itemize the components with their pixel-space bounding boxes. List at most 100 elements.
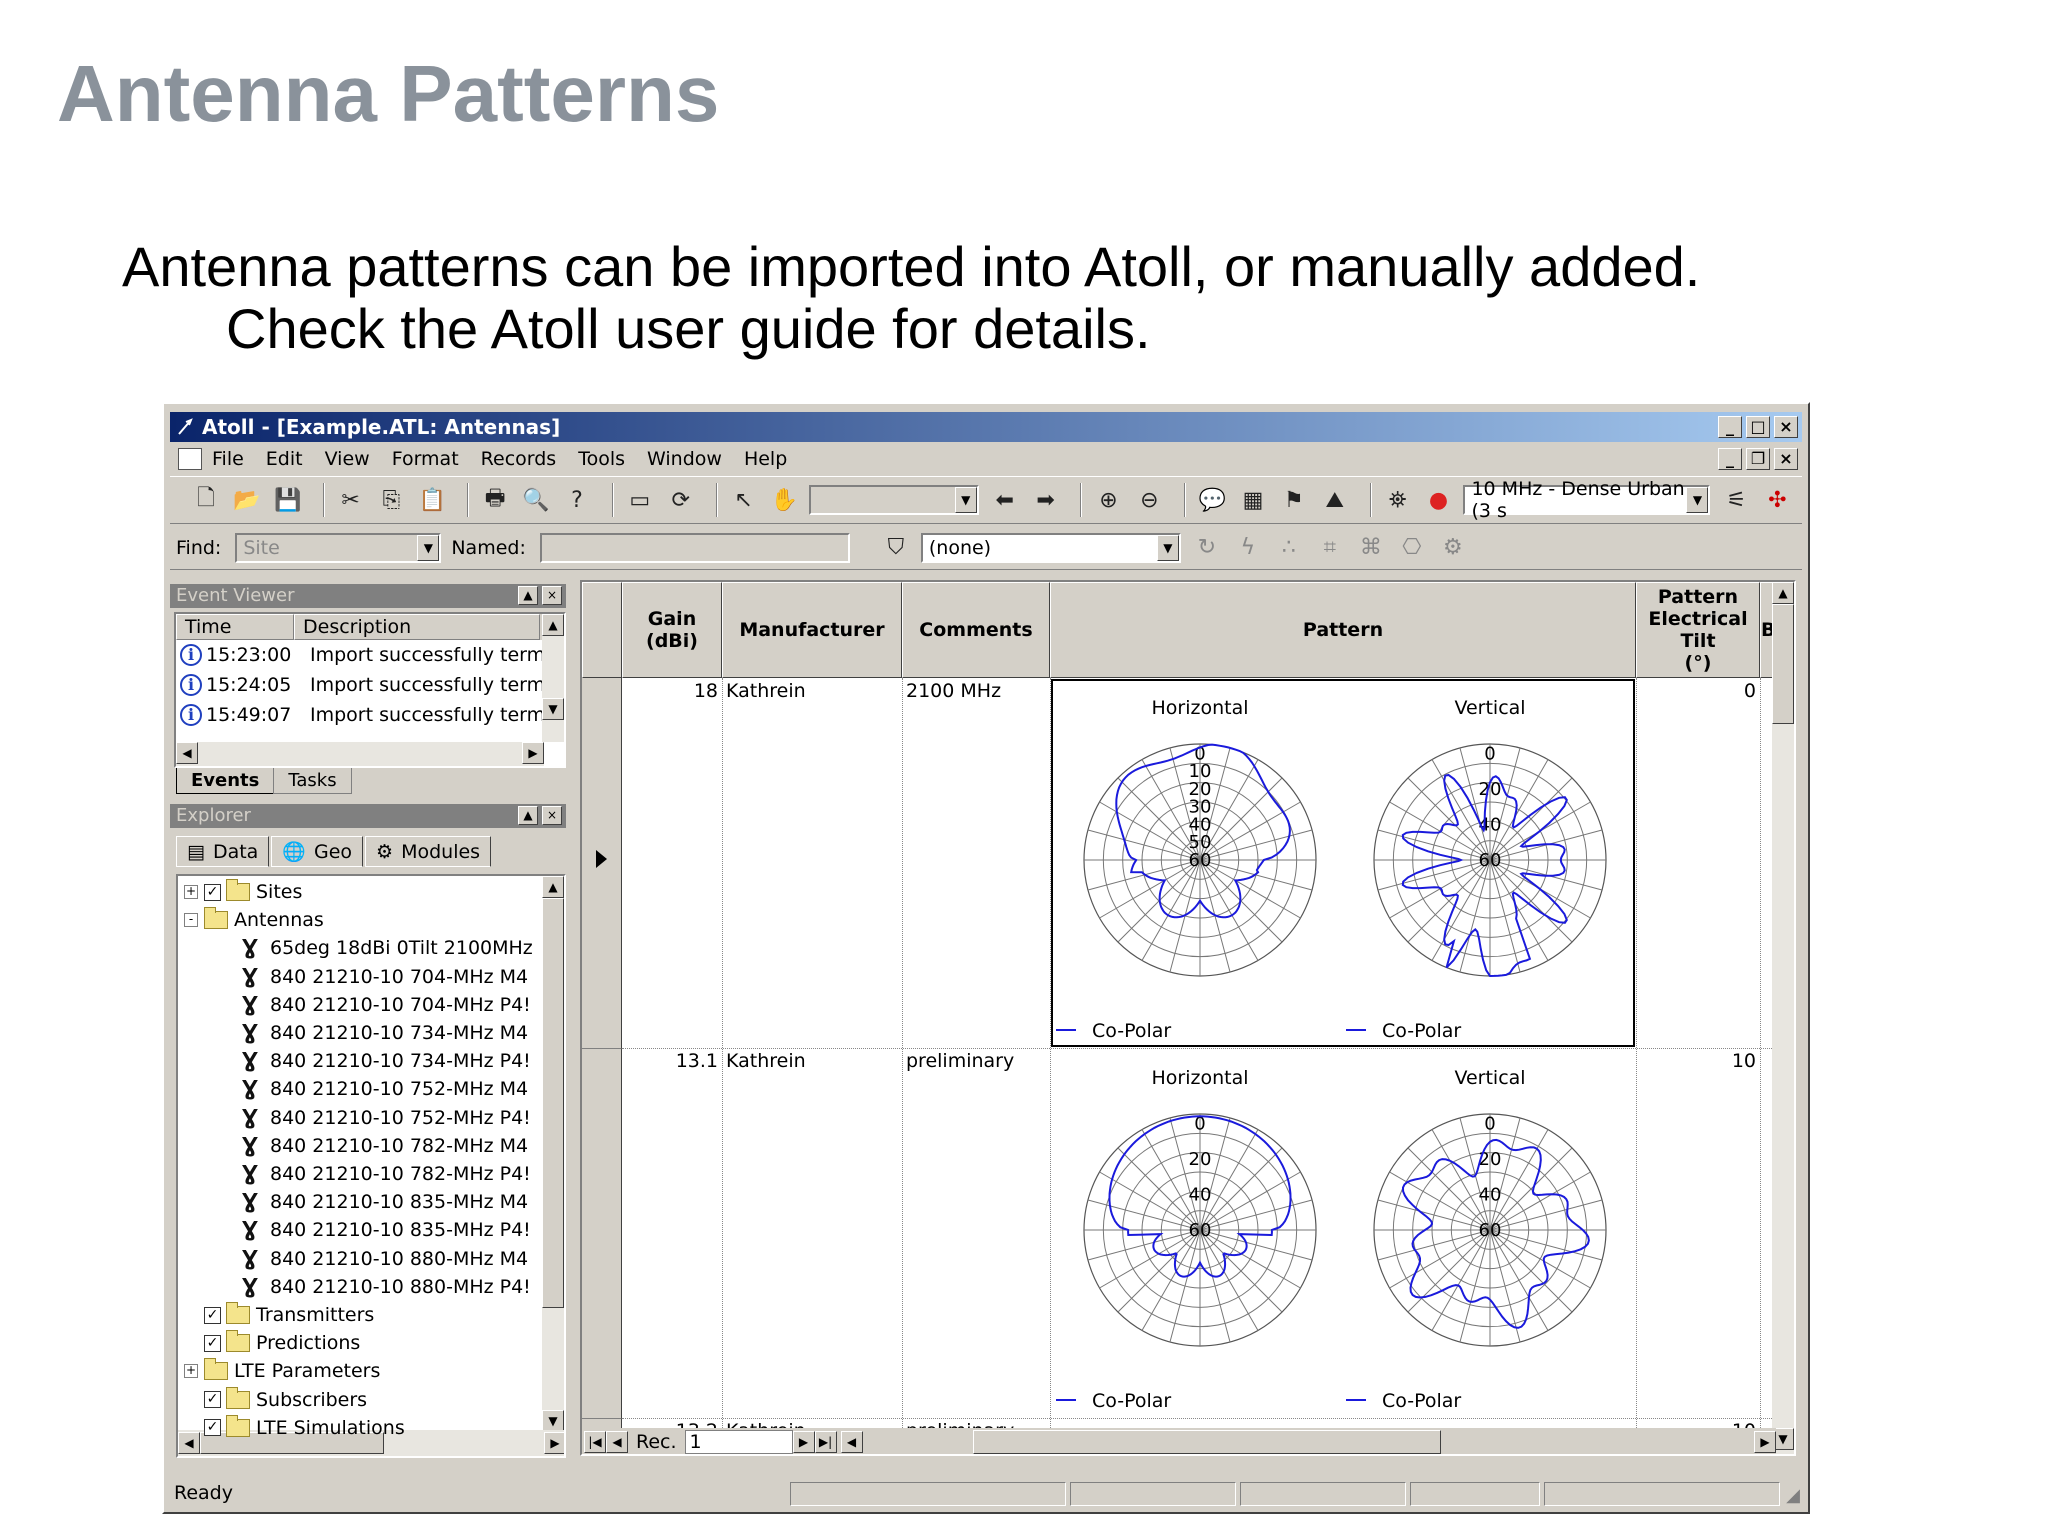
chevron-down-icon[interactable]: ▼ [954,487,977,513]
next-record-icon[interactable]: ▶ [792,1431,815,1453]
tree-item[interactable]: Ɣ 840 21210-10 704-MHz P4! [242,991,531,1019]
grid-vscroll[interactable]: ▲ ▼ [1772,582,1794,1454]
panel-splitter[interactable] [572,580,578,1456]
scroll-right-icon[interactable]: ▶ [1754,1431,1776,1453]
tree-item[interactable]: + LTE Parameters [184,1357,380,1385]
col-tilt[interactable]: Pattern Electrical Tilt (°) [1636,582,1760,678]
new-file-icon[interactable]: 🗋 [190,484,222,516]
explorer-header[interactable]: Explorer ▲ × [170,804,566,828]
col-pattern[interactable]: Pattern [1050,582,1636,678]
print-icon[interactable]: 🖶 [479,484,511,516]
checkbox[interactable]: ✓ [204,1419,221,1437]
tree-scroll-thumb[interactable] [542,898,564,1308]
select-rect-icon[interactable]: ▭ [624,484,656,516]
calc-icon-3[interactable]: ⎔ [1396,532,1428,564]
antenna-tool-icon[interactable]: ⚟ [1720,484,1752,516]
tree-item[interactable]: ✓ LTE Simulations [184,1414,405,1442]
named-input[interactable] [539,532,850,563]
panel-close-icon[interactable]: × [542,586,562,605]
cut-icon[interactable]: ✂ [335,484,367,516]
cell-tilt[interactable]: 0 [1636,678,1760,704]
transmitter-icon[interactable]: ⛯ [1382,484,1414,516]
pattern-plot-row2[interactable]: Horizontal Vertical 0 20 40 60 0 20 40 60 Co-P… [1052,1050,1634,1416]
refresh-icon[interactable]: ⟳ [665,484,697,516]
scroll-up-icon[interactable]: ▲ [1772,582,1794,604]
tree-item[interactable]: ✓ Transmitters [184,1301,374,1329]
expand-icon[interactable]: + [184,885,198,899]
chevron-down-icon[interactable]: ▼ [417,534,440,561]
event-hscroll[interactable]: ◀ ▶ [176,742,544,766]
scroll-up-icon[interactable]: ▲ [542,876,564,898]
tree-item[interactable]: + ✓ Sites [184,878,302,906]
tree-item[interactable]: Ɣ 840 21210-10 704-MHz M4 [242,963,528,991]
tree-item[interactable]: Ɣ 840 21210-10 835-MHz M4 [242,1188,528,1216]
menu-window[interactable]: Window [647,448,722,470]
measure-icon[interactable]: ⚑ [1278,484,1310,516]
tree-item[interactable]: Ɣ 840 21210-10 880-MHz P4! [242,1273,531,1301]
close-button[interactable]: × [1774,416,1798,438]
menu-format[interactable]: Format [392,448,459,470]
copy-icon[interactable]: ⎘ [376,484,408,516]
tree-item[interactable]: Ɣ 840 21210-10 734-MHz P4! [242,1047,531,1075]
save-icon[interactable]: 💾 [272,484,304,516]
event-row[interactable]: i 15:24:05 Import successfully termin [176,670,564,700]
checkbox[interactable]: ✓ [204,883,221,901]
find-combo[interactable]: Site ▼ [235,532,442,563]
chevron-down-icon[interactable]: ▼ [1156,534,1179,561]
panel-float-icon[interactable]: ▲ [518,806,538,825]
menu-file[interactable]: File [212,448,244,470]
scroll-up-icon[interactable]: ▲ [542,614,564,636]
grid-hscroll-thumb[interactable] [972,1430,1441,1454]
tree-item[interactable]: Ɣ 65deg 18dBi 0Tilt 2100MHz [242,934,533,962]
zoom-out-icon[interactable]: ⊖ [1133,484,1165,516]
cell-comments[interactable]: 2100 MHz [902,678,1005,704]
open-folder-icon[interactable]: 📂 [231,484,263,516]
row-selector[interactable] [582,678,622,1048]
comment-icon[interactable]: 💬 [1196,484,1228,516]
network-icon[interactable]: ✣ [1761,484,1793,516]
zoom-combo[interactable]: ▼ [809,485,979,515]
tree-item[interactable]: - Antennas [184,906,324,934]
resize-grip-icon[interactable]: ◢ [1786,1485,1800,1506]
menu-view[interactable]: View [325,448,370,470]
tree-item[interactable]: Ɣ 840 21210-10 734-MHz M4 [242,1019,528,1047]
rec-input[interactable]: 1 [684,1430,793,1454]
checkbox[interactable]: ✓ [204,1306,221,1324]
maximize-button[interactable]: □ [1746,416,1770,438]
cell-comments[interactable]: preliminary [902,1048,1018,1074]
event-row[interactable]: i 15:23:00 Import successfully termin [176,640,564,670]
tab-tasks[interactable]: Tasks [273,768,352,794]
doc-restore-button[interactable]: ❐ [1746,448,1770,470]
tree-item[interactable]: Ɣ 840 21210-10 782-MHz P4! [242,1160,531,1188]
calc-icon-2[interactable]: ⌘ [1355,532,1387,564]
grid-scroll-thumb[interactable] [1772,604,1794,724]
checkbox[interactable]: ✓ [204,1391,221,1409]
back-arrow-icon[interactable]: ⬅ [989,484,1021,516]
scroll-down-icon[interactable]: ▼ [542,1410,564,1432]
filter-icon[interactable]: ⛉ [880,532,912,564]
row-selector[interactable] [582,1048,622,1418]
menu-tools[interactable]: Tools [578,448,625,470]
menu-edit[interactable]: Edit [266,448,303,470]
tree-item[interactable]: Ɣ 840 21210-10 782-MHz M4 [242,1132,528,1160]
panel-float-icon[interactable]: ▲ [518,586,538,605]
chevron-down-icon[interactable]: ▼ [1686,487,1709,513]
lightning-icon[interactable]: ϟ [1232,532,1264,564]
minimize-button[interactable]: _ [1718,416,1742,438]
cell-gain[interactable]: 13.1 [622,1048,722,1074]
pan-hand-icon[interactable]: ✋ [769,484,801,516]
scroll-down-icon[interactable]: ▼ [542,698,564,720]
tree-item[interactable]: Ɣ 840 21210-10 880-MHz M4 [242,1245,528,1273]
doc-close-button[interactable]: × [1774,448,1798,470]
col-time[interactable]: Time [176,614,294,640]
scatter-icon[interactable]: ∴ [1273,532,1305,564]
tree-item[interactable]: Ɣ 840 21210-10 752-MHz M4 [242,1075,528,1103]
profile-icon[interactable]: ⛰ [1319,484,1351,516]
scroll-left-icon[interactable]: ◀ [840,1431,863,1453]
carrier-combo[interactable]: 10 MHz - Dense Urban (3 s ▼ [1463,478,1711,522]
pointer-icon[interactable]: ↖ [728,484,760,516]
cell-gain[interactable]: 18 [622,678,722,704]
checkbox[interactable]: ✓ [204,1334,221,1352]
calc-icon-1[interactable]: ⌗ [1314,532,1346,564]
scroll-right-icon[interactable]: ▶ [544,1432,564,1454]
